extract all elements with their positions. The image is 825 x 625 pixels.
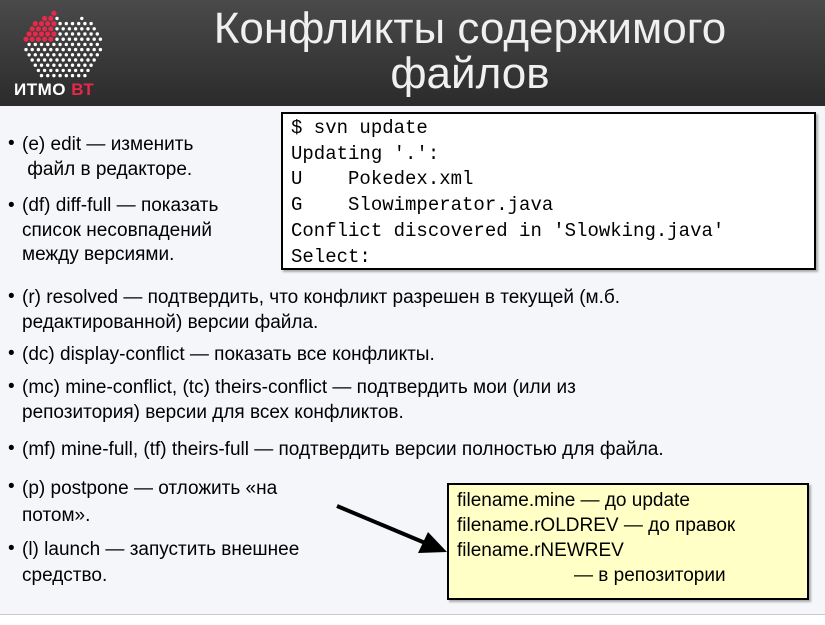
arrow-shaft: [336, 504, 431, 547]
note-line: filename.rNEWREV: [457, 540, 624, 561]
footer: [0, 615, 825, 625]
note-line: filename.mine — до update: [457, 490, 690, 511]
note-line: filename.rOLDREV — до правок: [457, 515, 736, 536]
note-line: — в репозитории: [574, 565, 726, 586]
note-box: filename.mine — до update filename.rOLDR…: [447, 483, 809, 600]
